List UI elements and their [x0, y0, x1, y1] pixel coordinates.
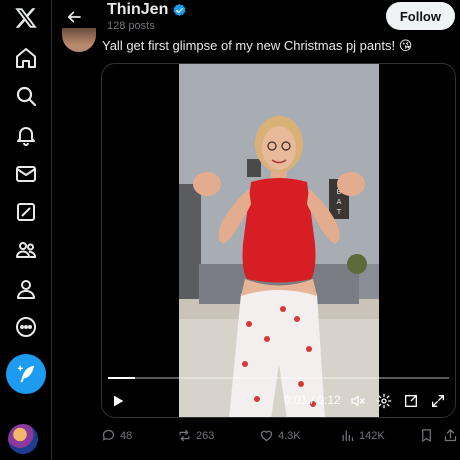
like-button[interactable]: 4.3K — [259, 428, 301, 443]
speaker-muted-icon — [351, 395, 365, 407]
reply-button[interactable]: 48 — [101, 428, 132, 443]
x-logo-icon[interactable] — [8, 0, 44, 36]
video-progress-fill — [108, 377, 136, 379]
reply-count: 48 — [120, 429, 133, 442]
repost-icon — [179, 429, 190, 442]
communities-icon[interactable] — [8, 232, 44, 268]
repost-button[interactable]: 263 — [177, 428, 214, 443]
post-count: 128 posts — [107, 20, 155, 32]
svg-text:A: A — [337, 198, 342, 206]
search-icon[interactable] — [8, 78, 44, 114]
reply-bubble-icon — [102, 429, 115, 441]
share-upload-icon — [444, 429, 457, 442]
fullscreen-button[interactable] — [428, 391, 448, 411]
grok-icon[interactable] — [8, 194, 44, 230]
verified-badge-icon — [172, 3, 187, 18]
like-count: 4.3K — [278, 429, 301, 442]
mute-button[interactable] — [348, 391, 368, 411]
feather-plus-icon — [17, 365, 35, 383]
home-icon[interactable] — [8, 40, 44, 76]
settings-button[interactable] — [374, 391, 394, 411]
repost-count: 263 — [196, 429, 215, 442]
back-arrow-icon — [67, 11, 81, 23]
notifications-bell-icon[interactable] — [8, 117, 44, 153]
play-button[interactable] — [108, 391, 128, 411]
compose-post-button[interactable] — [6, 354, 46, 394]
video-player[interactable]: B A T 0:01 / 0:12 — [101, 63, 456, 418]
profile-icon[interactable] — [8, 271, 44, 307]
account-avatar[interactable] — [8, 424, 38, 454]
views-button[interactable]: 142K — [340, 428, 385, 443]
profile-header: ThinJen 128 posts Follow — [53, 0, 460, 34]
pop-out-button[interactable] — [401, 391, 421, 411]
video-still-image: B A T — [179, 64, 379, 417]
profile-name-row: ThinJen — [107, 1, 187, 19]
bookmark-icon — [422, 429, 431, 442]
video-time: 0:01 / 0:12 — [284, 393, 341, 407]
tweet-text: Yall get first glimpse of my new Christm… — [102, 38, 413, 53]
back-arrow-button[interactable] — [61, 4, 87, 30]
views-bar-chart-icon — [342, 430, 354, 442]
profile-name: ThinJen — [107, 1, 169, 18]
play-icon — [114, 395, 124, 407]
pop-out-icon — [405, 395, 417, 407]
svg-text:T: T — [336, 208, 342, 216]
video-frame: B A T — [179, 64, 379, 417]
share-button[interactable] — [443, 428, 458, 443]
views-count: 142K — [359, 429, 385, 442]
left-nav-rail — [0, 0, 52, 460]
heart-icon — [260, 430, 273, 442]
messages-envelope-icon[interactable] — [8, 156, 44, 192]
author-avatar[interactable] — [62, 28, 96, 52]
gear-icon — [376, 393, 392, 409]
tweet-action-bar: 48 263 4.3K 142K — [101, 428, 459, 444]
bookmark-button[interactable] — [419, 428, 434, 443]
video-progress-bar[interactable] — [108, 377, 449, 379]
expand-icon — [432, 395, 444, 407]
more-options-icon[interactable] — [8, 309, 44, 345]
follow-button[interactable]: Follow — [385, 2, 455, 30]
